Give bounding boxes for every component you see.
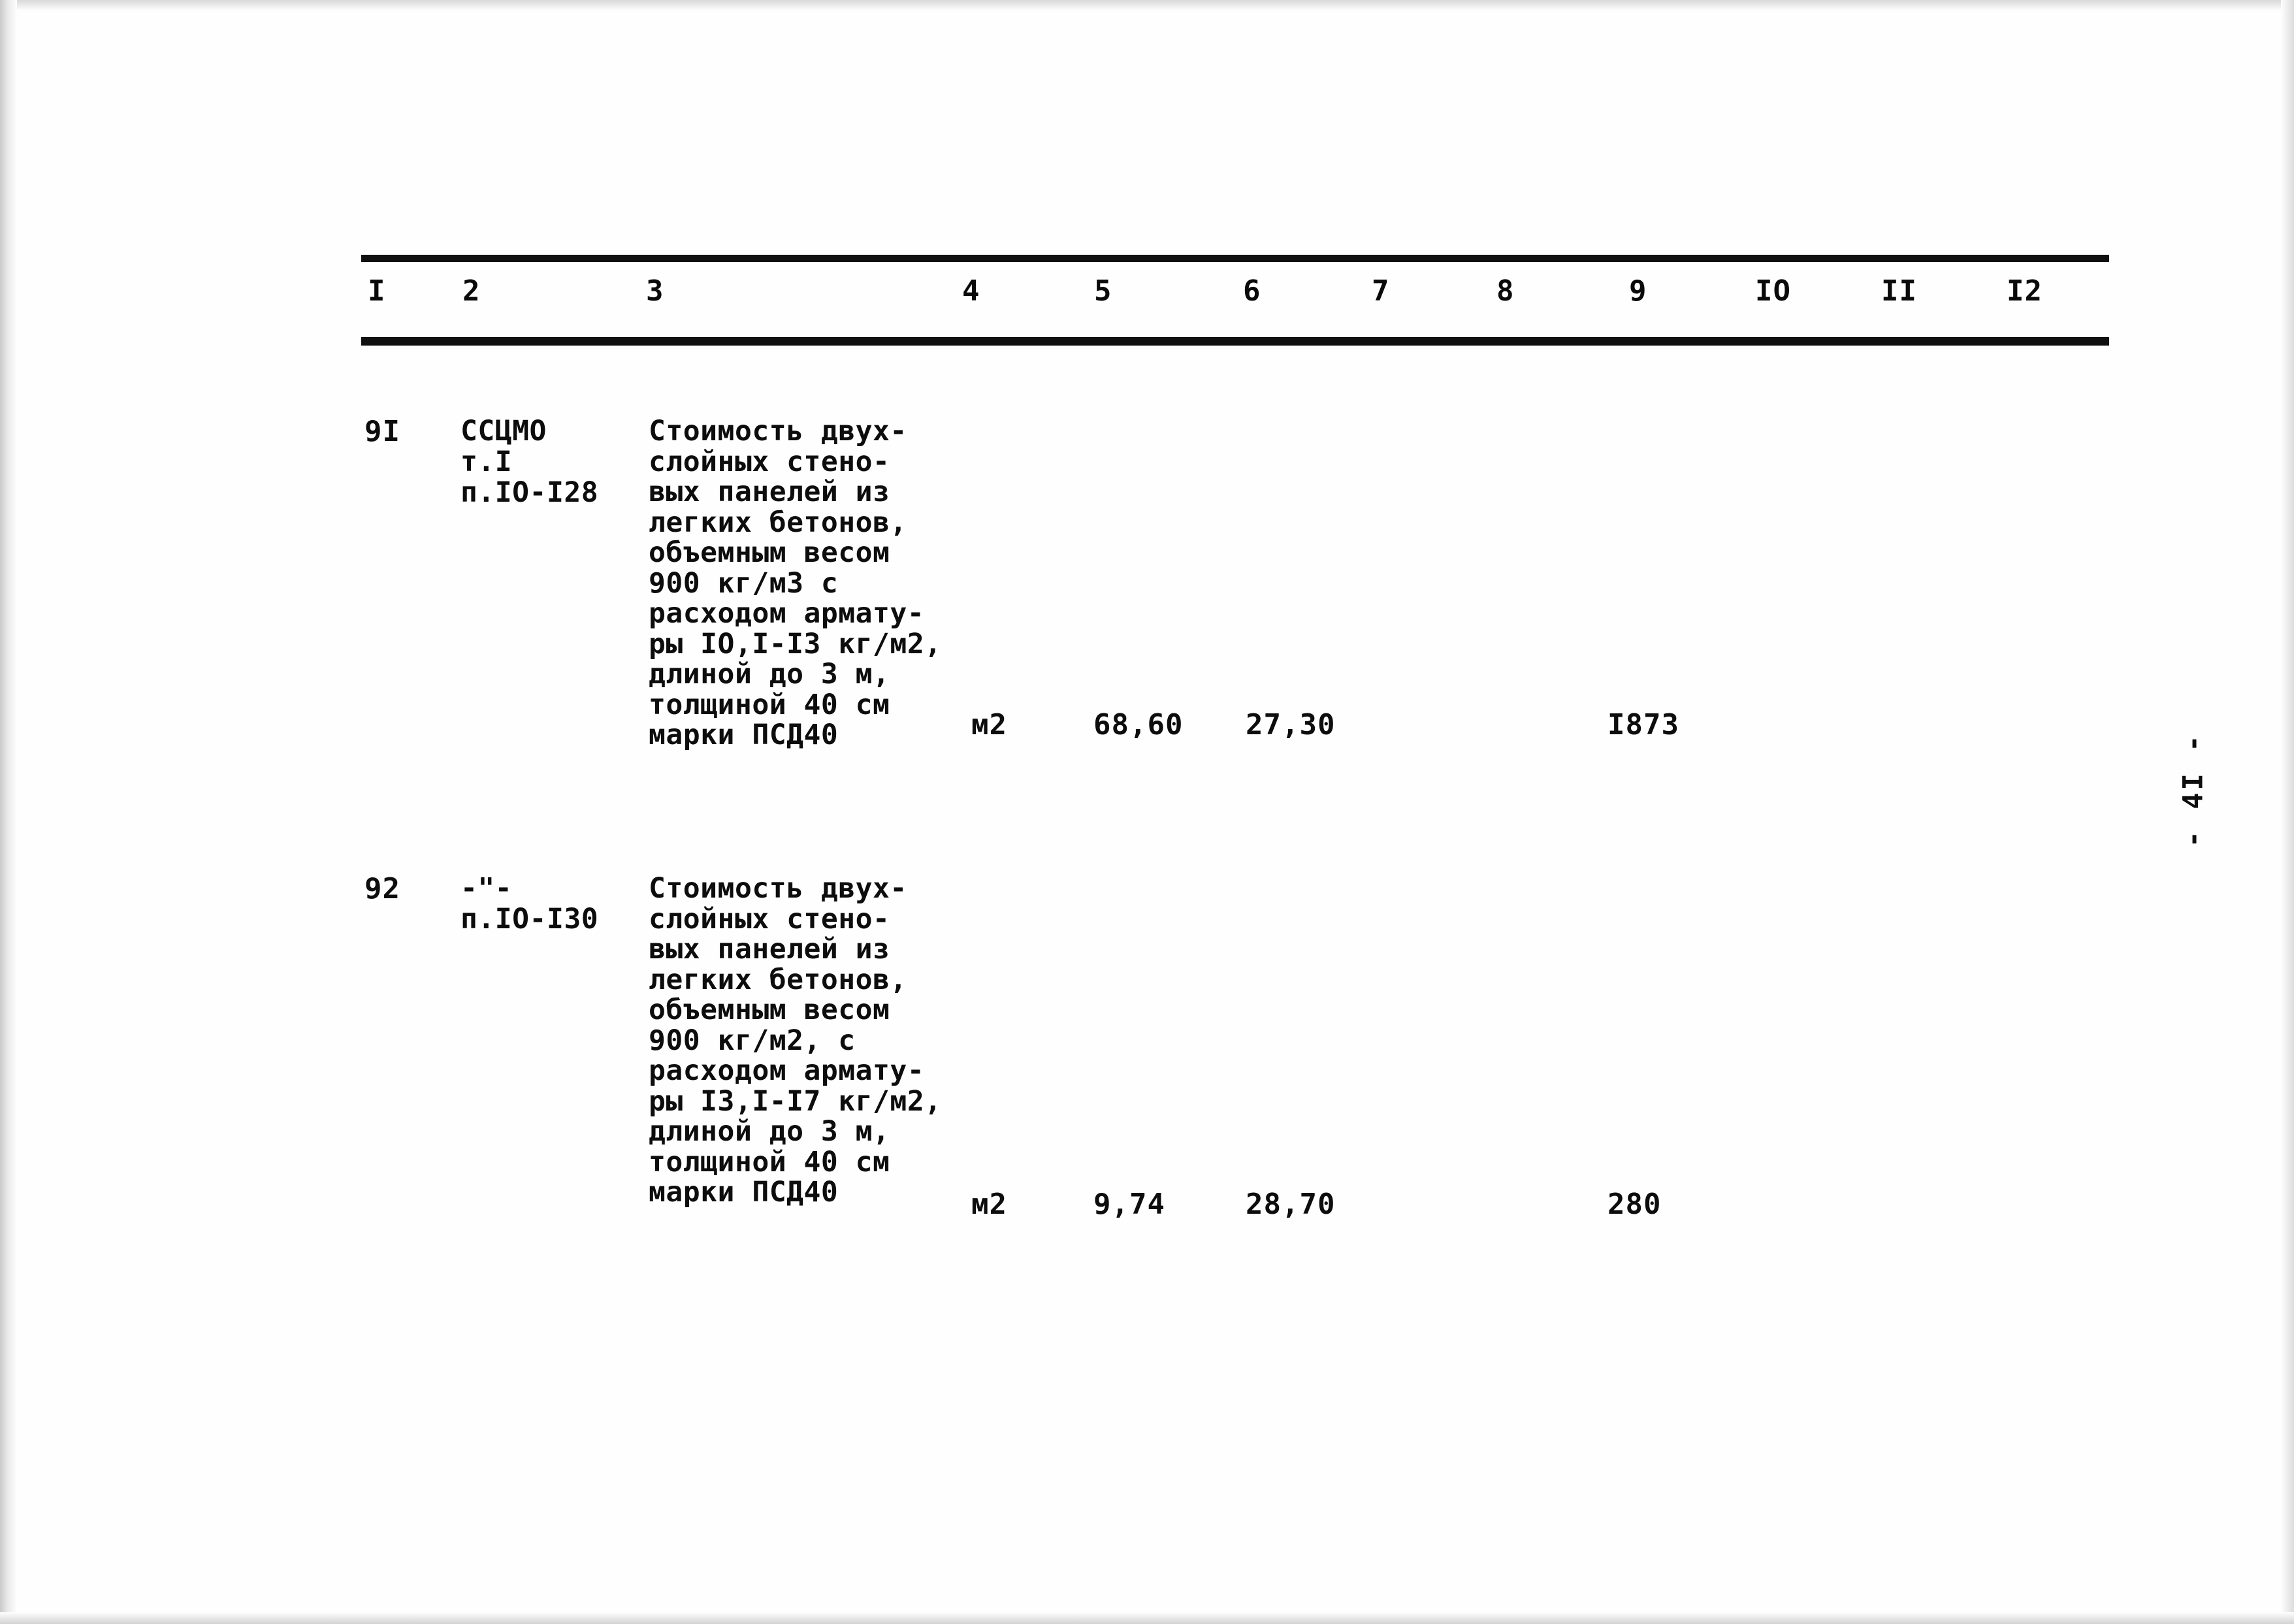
- row-unit: м2: [971, 708, 1007, 741]
- row-value-col5: 9,74: [1093, 1188, 1165, 1221]
- row-source-reference: ССЦМО т.I п.IO-I28: [460, 415, 599, 509]
- row-value-col5: 68,60: [1093, 708, 1184, 741]
- column-header-7: 7: [1372, 274, 1390, 308]
- row-value-col9: I873: [1607, 708, 1679, 741]
- table-row: 9I: [364, 415, 400, 448]
- page-number-marker: - 4I -: [2176, 732, 2209, 848]
- scan-edge-left: [0, 0, 17, 1624]
- scan-edge-right: [2281, 0, 2294, 1624]
- row-value-col6: 27,30: [1246, 708, 1336, 741]
- column-header-6: 6: [1243, 274, 1261, 308]
- row-description: Стоимость двух- слойных стено- вых панел…: [649, 872, 942, 1209]
- table-row: 92: [364, 872, 400, 905]
- scanned-page: I 2 3 4 5 6 7 8 9 IO II I2 9I ССЦМО т.I …: [0, 0, 2294, 1624]
- row-unit: м2: [971, 1188, 1007, 1221]
- column-header-11: II: [1881, 274, 1917, 308]
- column-header-1: I: [368, 274, 386, 308]
- column-header-10: IO: [1755, 274, 1791, 308]
- column-header-2: 2: [462, 274, 481, 308]
- column-header-5: 5: [1094, 274, 1112, 308]
- row-value-col6: 28,70: [1246, 1188, 1336, 1221]
- column-header-9: 9: [1629, 274, 1647, 308]
- row-value-col9: 280: [1607, 1188, 1662, 1221]
- row-source-reference: -"- п.IO-I30: [460, 872, 599, 935]
- column-header-8: 8: [1496, 274, 1515, 308]
- row-description: Стоимость двух- слойных стено- вых панел…: [649, 415, 942, 751]
- column-header-4: 4: [962, 274, 980, 308]
- table-rule-bottom: [361, 337, 2109, 346]
- column-header-12: I2: [2007, 274, 2043, 308]
- scan-edge-top: [0, 0, 2294, 10]
- scan-edge-bottom: [0, 1612, 2294, 1624]
- table-rule-top: [361, 255, 2109, 262]
- column-header-3: 3: [646, 274, 664, 308]
